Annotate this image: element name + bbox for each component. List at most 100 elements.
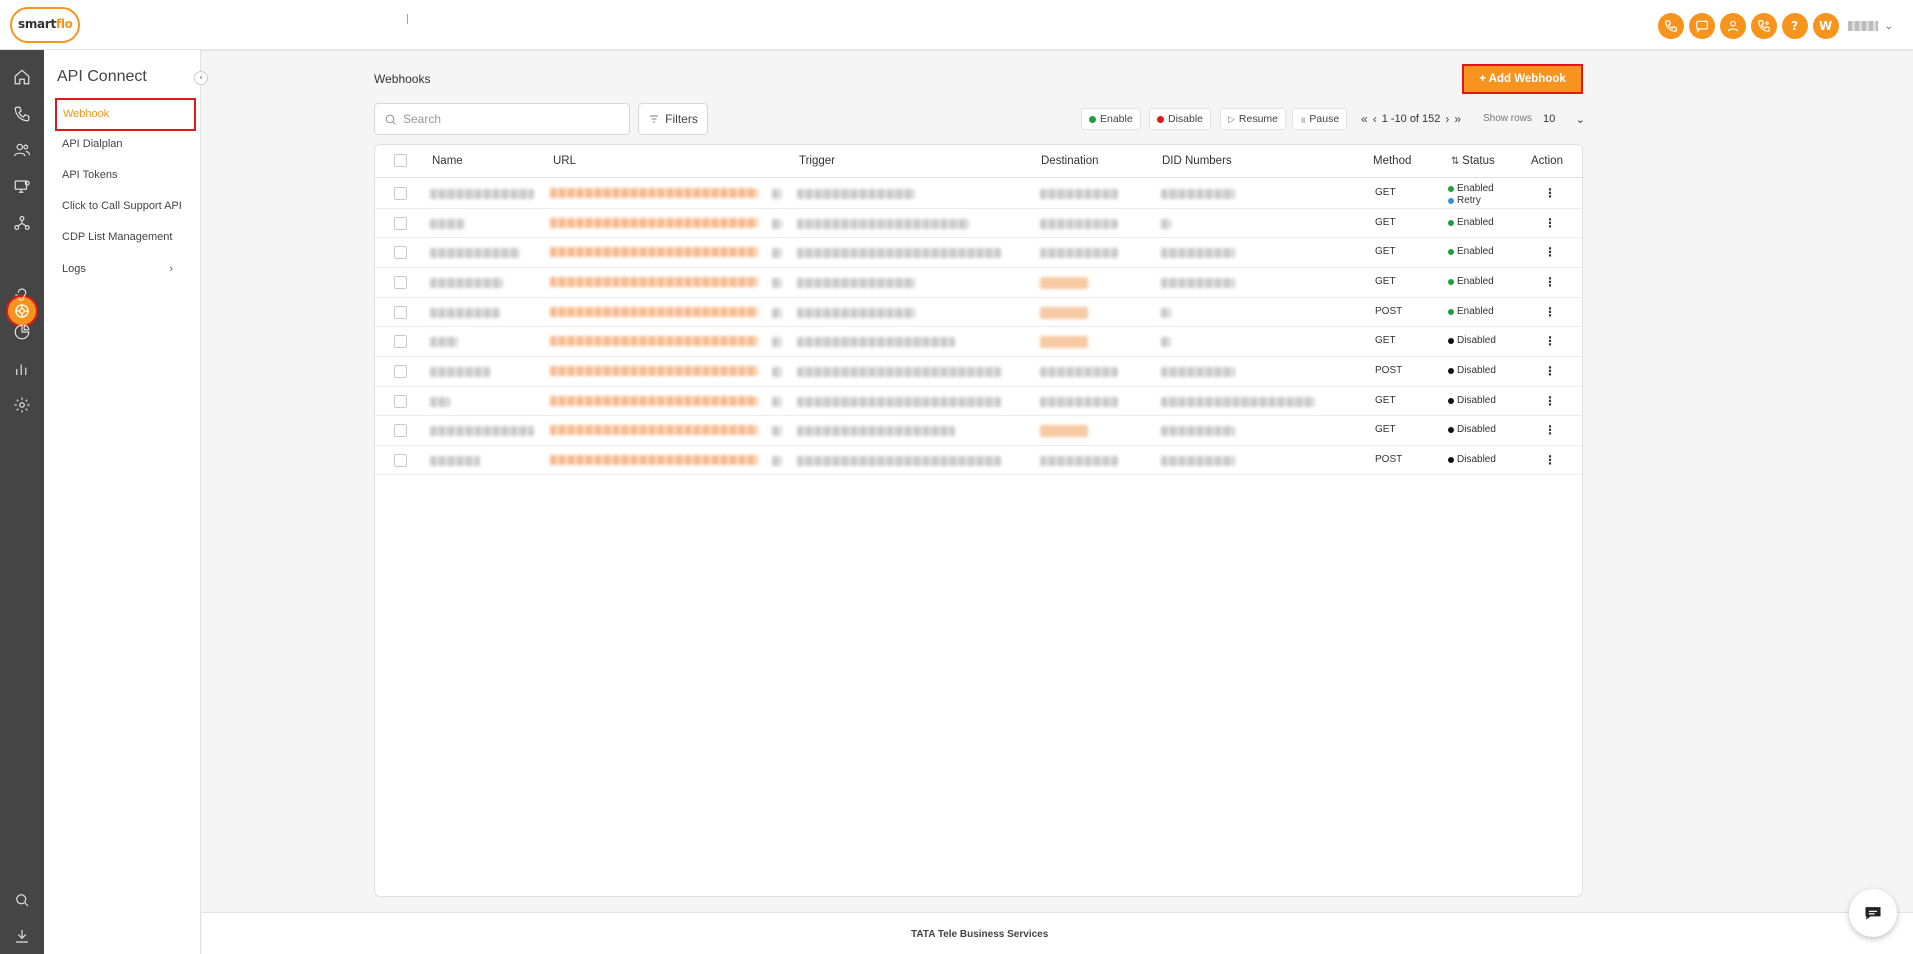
copy-url-icon[interactable] bbox=[772, 367, 782, 377]
col-method[interactable]: Method bbox=[1373, 155, 1411, 167]
more-options-icon[interactable]: ⋮ bbox=[1544, 335, 1556, 347]
table-row[interactable]: GET Disabled ⋮ bbox=[375, 416, 1584, 446]
url-redacted[interactable] bbox=[550, 455, 758, 465]
pie-chart-icon[interactable] bbox=[11, 321, 33, 343]
url-redacted[interactable] bbox=[550, 336, 758, 346]
copy-url-icon[interactable] bbox=[772, 337, 782, 347]
sidebar-item-webhook[interactable]: Webhook bbox=[55, 98, 196, 131]
col-status[interactable]: ⇅ Status bbox=[1451, 155, 1495, 167]
user-name-redacted[interactable] bbox=[1847, 21, 1878, 31]
row-checkbox[interactable] bbox=[394, 424, 407, 437]
row-checkbox[interactable] bbox=[394, 306, 407, 319]
more-options-icon[interactable]: ⋮ bbox=[1544, 395, 1556, 407]
table-row[interactable]: GET Enabled ⋮ bbox=[375, 238, 1584, 268]
more-options-icon[interactable]: ⋮ bbox=[1544, 246, 1556, 258]
copy-url-icon[interactable] bbox=[772, 426, 782, 436]
next-page-icon[interactable]: › bbox=[1445, 112, 1449, 126]
last-page-icon[interactable]: » bbox=[1454, 112, 1461, 126]
url-redacted[interactable] bbox=[550, 307, 758, 317]
col-name[interactable]: Name bbox=[432, 155, 463, 167]
col-trigger[interactable]: Trigger bbox=[799, 155, 835, 167]
chevron-down-icon[interactable]: ⌄ bbox=[1885, 21, 1893, 32]
gear-icon[interactable] bbox=[11, 394, 33, 416]
smartflo-logo[interactable]: smartflo bbox=[10, 7, 80, 43]
filters-button[interactable]: Filters bbox=[638, 103, 708, 135]
table-row[interactable]: POST Enabled ⋮ bbox=[375, 298, 1584, 327]
search-field[interactable] bbox=[374, 103, 630, 135]
copy-url-icon[interactable] bbox=[772, 308, 782, 318]
row-checkbox[interactable] bbox=[394, 217, 407, 230]
row-checkbox[interactable] bbox=[394, 454, 407, 467]
sidebar-item-cdp-list[interactable]: CDP List Management bbox=[62, 231, 172, 243]
url-redacted[interactable] bbox=[550, 218, 758, 228]
phone-icon[interactable] bbox=[11, 103, 33, 125]
more-options-icon[interactable]: ⋮ bbox=[1544, 306, 1556, 318]
call-settings-icon[interactable] bbox=[1750, 13, 1777, 39]
user-avatar[interactable]: W bbox=[1812, 13, 1839, 39]
url-redacted[interactable] bbox=[550, 247, 758, 257]
more-options-icon[interactable]: ⋮ bbox=[1544, 187, 1556, 199]
pause-button[interactable]: ॥ Pause bbox=[1292, 108, 1348, 130]
table-row[interactable]: GET Disabled ⋮ bbox=[375, 387, 1584, 416]
copy-url-icon[interactable] bbox=[772, 189, 782, 199]
copy-url-icon[interactable] bbox=[772, 397, 782, 407]
sidebar-item-click-to-call[interactable]: Click to Call Support API bbox=[62, 200, 182, 212]
copy-url-icon[interactable] bbox=[772, 278, 782, 288]
destination-redacted bbox=[1040, 189, 1118, 199]
resume-button[interactable]: ▷ Resume bbox=[1220, 108, 1287, 130]
help-icon[interactable]: ? bbox=[1781, 13, 1808, 39]
chat-button[interactable] bbox=[1849, 889, 1897, 937]
row-checkbox[interactable] bbox=[394, 395, 407, 408]
sms-icon[interactable] bbox=[1688, 13, 1715, 39]
col-url[interactable]: URL bbox=[553, 155, 576, 167]
phone-call-icon[interactable] bbox=[1657, 13, 1684, 39]
chevron-left-icon[interactable]: ‹ bbox=[194, 71, 208, 85]
search-input[interactable] bbox=[403, 110, 623, 128]
table-row[interactable]: POST Disabled ⋮ bbox=[375, 357, 1584, 387]
more-options-icon[interactable]: ⋮ bbox=[1544, 454, 1556, 466]
monitor-settings-icon[interactable] bbox=[11, 176, 33, 198]
table-row[interactable]: GET Disabled ⋮ bbox=[375, 327, 1584, 357]
first-page-icon[interactable]: « bbox=[1361, 112, 1368, 126]
col-destination[interactable]: Destination bbox=[1041, 155, 1099, 167]
url-redacted[interactable] bbox=[550, 396, 758, 406]
row-checkbox[interactable] bbox=[394, 246, 407, 259]
sidebar-item-api-tokens[interactable]: API Tokens bbox=[62, 169, 117, 181]
url-redacted[interactable] bbox=[550, 277, 758, 287]
bar-chart-icon[interactable] bbox=[11, 358, 33, 380]
url-redacted[interactable] bbox=[550, 188, 758, 198]
more-options-icon[interactable]: ⋮ bbox=[1544, 217, 1556, 229]
hearing-icon[interactable] bbox=[11, 284, 33, 306]
copy-url-icon[interactable] bbox=[772, 219, 782, 229]
rows-per-page-select[interactable]: 10 ⌄ bbox=[1543, 110, 1585, 128]
table-row[interactable]: POST Disabled ⋮ bbox=[375, 446, 1584, 475]
users-icon[interactable] bbox=[11, 139, 33, 161]
row-checkbox[interactable] bbox=[394, 335, 407, 348]
prev-page-icon[interactable]: ‹ bbox=[1373, 112, 1377, 126]
more-options-icon[interactable]: ⋮ bbox=[1544, 424, 1556, 436]
disable-button[interactable]: Disable bbox=[1149, 108, 1212, 130]
copy-url-icon[interactable] bbox=[772, 248, 782, 258]
url-redacted[interactable] bbox=[550, 425, 758, 435]
add-webhook-button[interactable]: + Add Webhook bbox=[1462, 64, 1583, 94]
row-checkbox[interactable] bbox=[394, 365, 407, 378]
row-checkbox[interactable] bbox=[394, 187, 407, 200]
url-redacted[interactable] bbox=[550, 366, 758, 376]
home-icon[interactable] bbox=[11, 66, 33, 88]
row-checkbox[interactable] bbox=[394, 276, 407, 289]
select-all-checkbox[interactable] bbox=[394, 154, 407, 167]
table-row[interactable]: GET Enabled ⋮ bbox=[375, 209, 1584, 238]
sidebar-item-api-dialplan[interactable]: API Dialplan bbox=[62, 138, 123, 150]
network-icon[interactable] bbox=[11, 212, 33, 234]
search-icon[interactable] bbox=[11, 889, 33, 911]
sidebar-item-logs[interactable]: Logs › bbox=[62, 263, 187, 275]
more-options-icon[interactable]: ⋮ bbox=[1544, 276, 1556, 288]
table-row[interactable]: GET Enabled Retry ⋮ bbox=[375, 179, 1584, 209]
download-icon[interactable] bbox=[11, 925, 33, 947]
more-options-icon[interactable]: ⋮ bbox=[1544, 365, 1556, 377]
agent-icon[interactable] bbox=[1719, 13, 1746, 39]
copy-url-icon[interactable] bbox=[772, 456, 782, 466]
enable-button[interactable]: Enable bbox=[1081, 108, 1141, 130]
table-row[interactable]: GET Enabled ⋮ bbox=[375, 268, 1584, 298]
col-did-numbers[interactable]: DID Numbers bbox=[1162, 155, 1232, 167]
